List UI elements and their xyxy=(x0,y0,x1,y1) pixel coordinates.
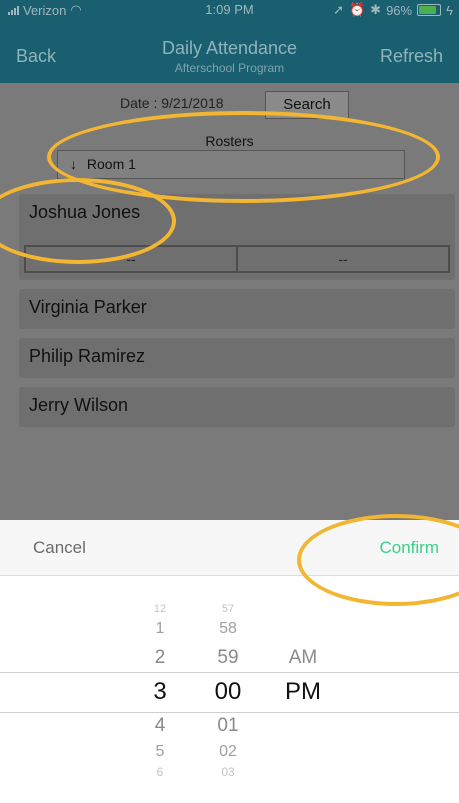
attendance-content: Date : 9/21/2018 Search Rosters ↓ Room 1… xyxy=(0,83,459,520)
battery-icon xyxy=(417,4,442,16)
student-card-joshua-jones[interactable]: Joshua Jones -- -- xyxy=(19,194,455,280)
minute-option[interactable]: 01 xyxy=(208,715,248,737)
minute-option[interactable]: 59 xyxy=(208,647,248,669)
app: { "status_bar": {"carrier": "Verizon", "… xyxy=(0,0,459,803)
student-card-jerry-wilson[interactable]: Jerry Wilson xyxy=(19,387,455,427)
bluetooth-icon: ✱ xyxy=(370,2,382,17)
room-selector-value: Room 1 xyxy=(86,156,136,172)
refresh-button[interactable]: Refresh xyxy=(380,46,443,67)
student-name: Philip Ramirez xyxy=(29,346,146,366)
picker-toolbar: Cancel Confirm xyxy=(0,520,459,576)
hour-option[interactable]: 1 xyxy=(140,620,180,638)
student-card-philip-ramirez[interactable]: Philip Ramirez xyxy=(19,338,455,378)
student-name: Virginia Parker xyxy=(29,297,147,317)
check-in-status[interactable]: -- xyxy=(24,245,238,273)
period-option-selected[interactable]: PM xyxy=(278,678,328,706)
down-arrow-icon: ↓ xyxy=(70,156,77,172)
check-out-status[interactable]: -- xyxy=(238,245,450,273)
student-name: Jerry Wilson xyxy=(29,395,129,415)
battery-percent: 96% xyxy=(386,2,413,18)
confirm-button[interactable]: Confirm xyxy=(379,538,439,558)
minute-option[interactable]: 02 xyxy=(208,743,248,761)
status-right: ➚ ⏰ ✱ 96% ϟ xyxy=(333,2,453,18)
nav-bar: Back Daily Attendance Afterschool Progra… xyxy=(0,20,459,83)
minute-option[interactable]: 57 xyxy=(208,603,248,615)
hour-option[interactable]: 12 xyxy=(140,603,180,615)
minute-option[interactable]: 03 xyxy=(208,765,248,779)
hour-option[interactable]: 2 xyxy=(140,647,180,669)
status-bar: Verizon ◠ 1:09 PM ➚ ⏰ ✱ 96% ϟ xyxy=(0,0,459,20)
rosters-label: Rosters xyxy=(205,133,254,149)
hour-option[interactable]: 5 xyxy=(140,743,180,761)
time-picker-sheet: Cancel Confirm 12 1 2 3 4 5 6 57 58 59 0… xyxy=(0,520,459,803)
hour-option-selected[interactable]: 3 xyxy=(140,678,180,706)
hour-option[interactable]: 4 xyxy=(140,715,180,737)
hour-option[interactable]: 6 xyxy=(140,765,180,779)
student-name: Joshua Jones xyxy=(29,202,141,222)
cancel-button[interactable]: Cancel xyxy=(33,538,86,558)
room-selector[interactable]: ↓ Room 1 xyxy=(57,150,405,179)
student-card-virginia-parker[interactable]: Virginia Parker xyxy=(19,289,455,329)
period-option[interactable]: AM xyxy=(278,647,328,669)
minute-option[interactable]: 58 xyxy=(208,620,248,638)
minute-option-selected[interactable]: 00 xyxy=(208,678,248,706)
date-label: Date : 9/21/2018 xyxy=(120,95,224,111)
location-icon: ➚ xyxy=(333,2,344,17)
status-row: -- -- xyxy=(24,245,450,273)
search-button[interactable]: Search xyxy=(265,91,349,119)
charging-icon: ϟ xyxy=(446,2,453,18)
alarm-icon: ⏰ xyxy=(348,2,366,17)
time-wheel[interactable]: 12 1 2 3 4 5 6 57 58 59 00 01 02 03 AM P… xyxy=(0,575,459,803)
